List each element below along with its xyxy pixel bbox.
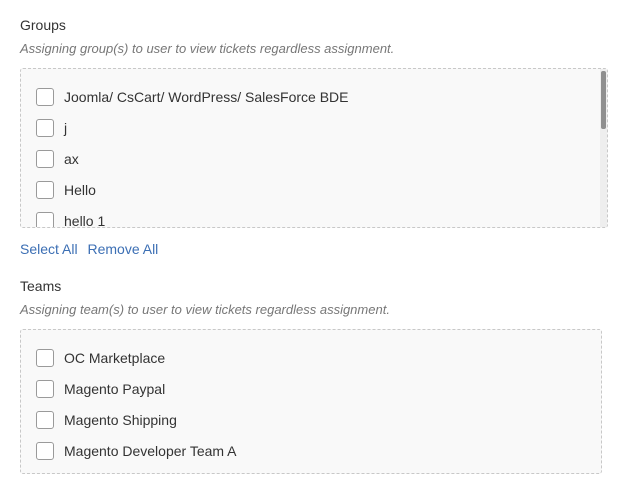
- team-option-label: OC Marketplace: [64, 349, 166, 366]
- group-option[interactable]: Hello: [36, 174, 593, 205]
- checkbox[interactable]: [36, 410, 54, 429]
- team-option[interactable]: Magento Paypal: [36, 373, 587, 404]
- group-option-label: Hello: [64, 181, 96, 198]
- teams-help-text: Assigning team(s) to user to view ticket…: [20, 302, 390, 317]
- scrollbar-thumb[interactable]: [601, 71, 606, 129]
- team-option[interactable]: OC Marketplace: [36, 342, 587, 373]
- remove-all-link[interactable]: Remove All: [87, 241, 158, 257]
- checkbox[interactable]: [36, 379, 54, 398]
- select-all-link[interactable]: Select All: [20, 241, 78, 257]
- checkbox[interactable]: [36, 211, 54, 227]
- group-option[interactable]: Joomla/ CsCart/ WordPress/ SalesForce BD…: [36, 81, 593, 112]
- group-option-label: Joomla/ CsCart/ WordPress/ SalesForce BD…: [64, 88, 349, 105]
- checkbox[interactable]: [36, 180, 54, 199]
- team-option-label: Magento Developer Team A: [64, 442, 237, 459]
- groups-title: Groups: [20, 17, 66, 33]
- group-option[interactable]: hello 1: [36, 205, 593, 228]
- group-option-label: j: [64, 119, 68, 136]
- group-option[interactable]: ax: [36, 143, 593, 174]
- checkbox[interactable]: [36, 441, 54, 460]
- checkbox[interactable]: [36, 87, 54, 106]
- checkbox[interactable]: [36, 149, 54, 168]
- group-option-label: hello 1: [64, 212, 106, 228]
- teams-section: Teams Assigning team(s) to user to view …: [20, 277, 608, 474]
- groups-scrollbar[interactable]: [600, 69, 607, 227]
- checkbox[interactable]: [36, 348, 54, 367]
- team-option[interactable]: Magento Developer Team A: [36, 435, 587, 466]
- groups-help-text: Assigning group(s) to user to view ticke…: [20, 41, 395, 56]
- team-option[interactable]: Magento Shipping: [36, 404, 587, 435]
- team-option-label: Magento Paypal: [64, 380, 166, 397]
- team-option-label: Magento Shipping: [64, 411, 177, 428]
- teams-checkbox-list[interactable]: OC Marketplace Magento Paypal Magento Sh…: [20, 329, 602, 474]
- teams-title: Teams: [20, 278, 62, 294]
- groups-checkbox-list[interactable]: Joomla/ CsCart/ WordPress/ SalesForce BD…: [20, 68, 608, 228]
- checkbox[interactable]: [36, 118, 54, 137]
- groups-bulk-actions: Select All Remove All: [20, 240, 164, 258]
- group-option[interactable]: j: [36, 112, 593, 143]
- group-option-label: ax: [64, 150, 79, 167]
- groups-section: Groups Assigning group(s) to user to vie…: [20, 16, 608, 257]
